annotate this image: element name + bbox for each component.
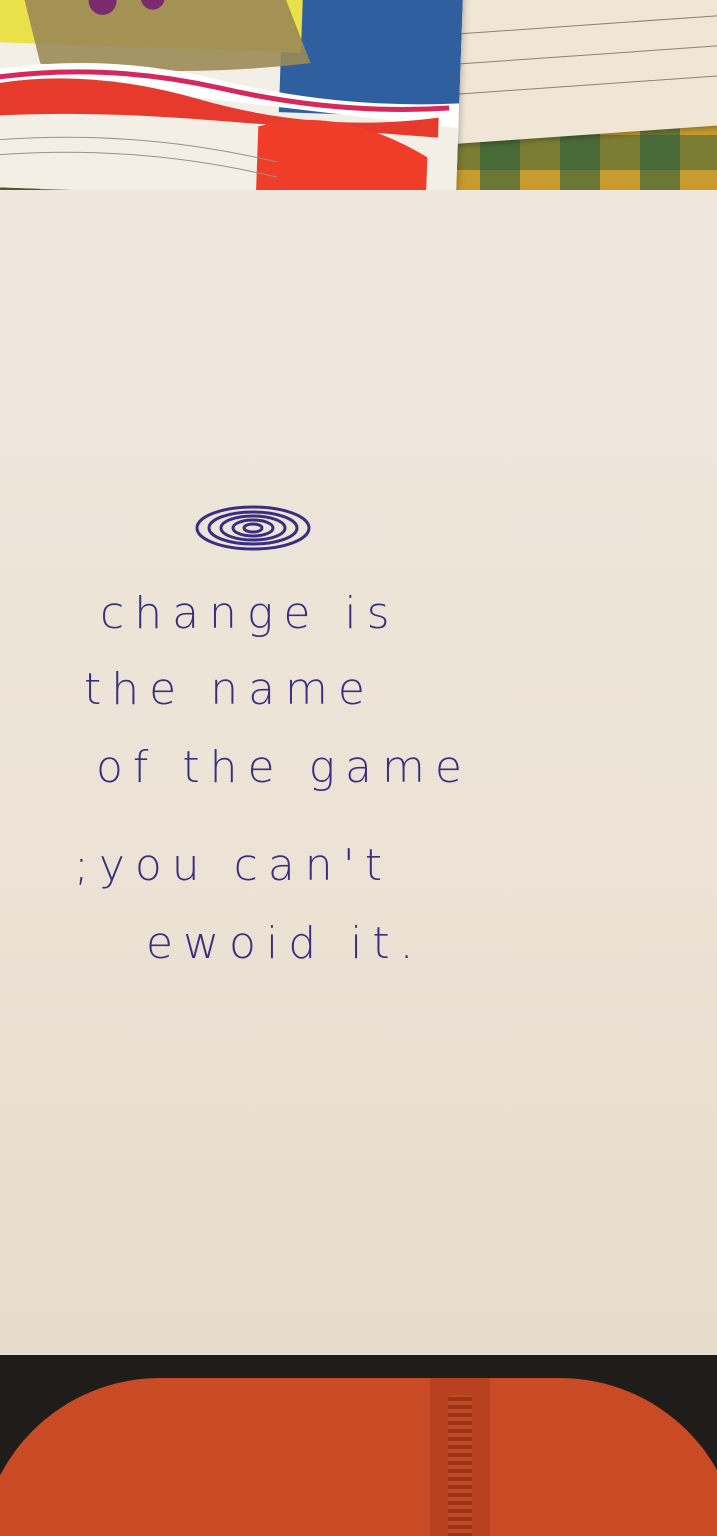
scribbled-spiral-icon (195, 505, 311, 551)
paper-sheet: change is the name of the game ;you can'… (0, 190, 717, 1358)
painted-postcard (0, 0, 464, 204)
photo-scene: change is the name of the game ;you can'… (0, 0, 717, 1536)
orange-garment (0, 1378, 717, 1536)
note-line-1: change is (100, 588, 400, 639)
note-line-3: of the game (96, 742, 472, 793)
note-line-4: ;you can't (74, 840, 393, 891)
zipper-icon (448, 1395, 472, 1536)
note-line-2: the name (84, 664, 375, 715)
postcard-painting (0, 0, 464, 204)
note-line-5: ewoid it. (146, 918, 424, 969)
handwritten-note: change is the name of the game ;you can'… (0, 190, 717, 1358)
